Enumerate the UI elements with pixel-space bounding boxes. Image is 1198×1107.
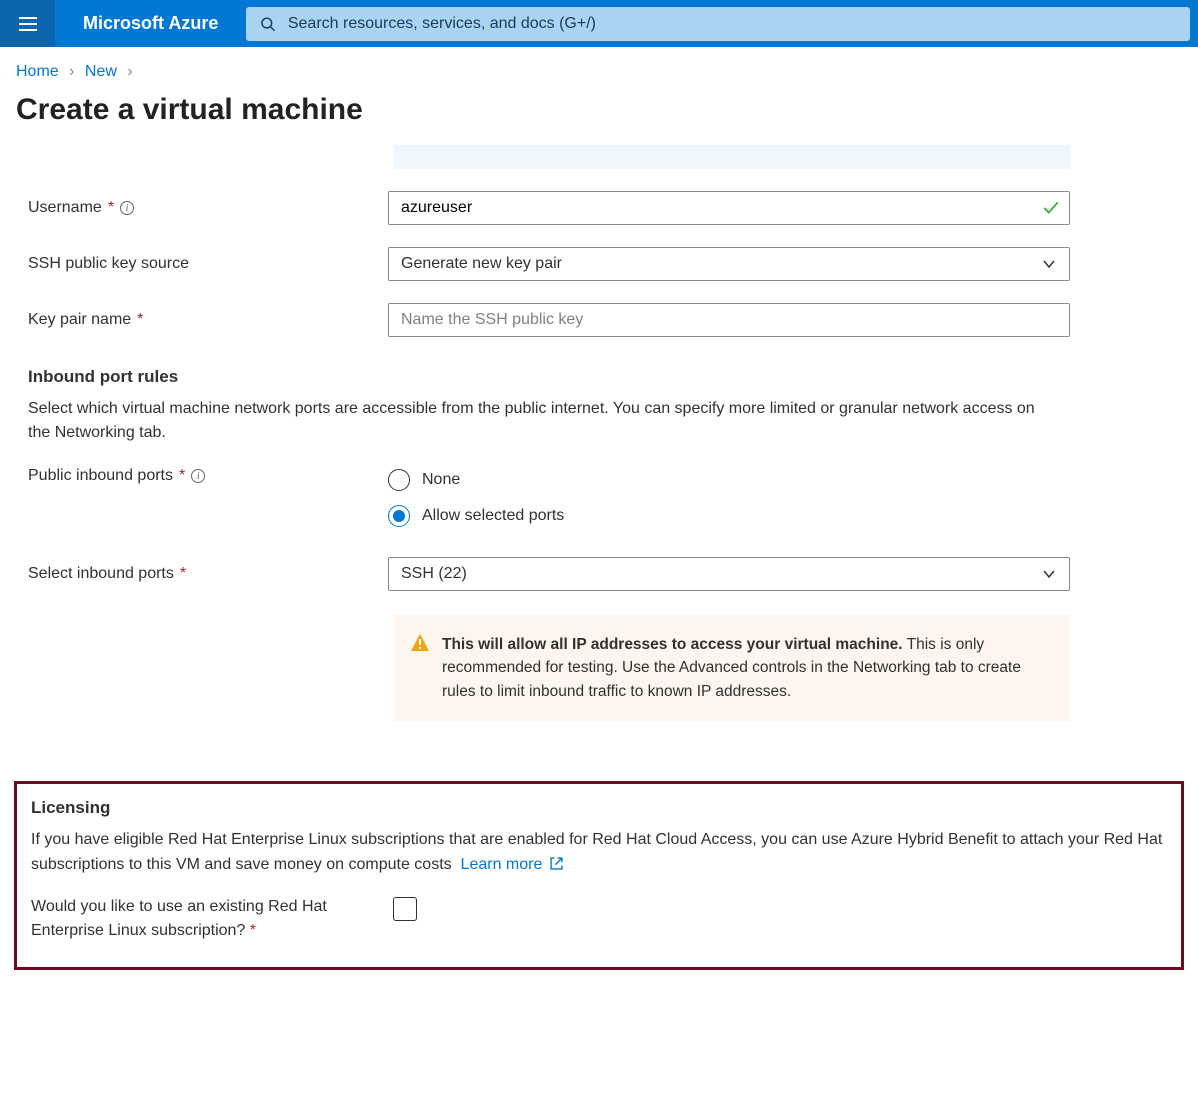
ssh-source-label: SSH public key source (28, 255, 388, 273)
global-search[interactable] (246, 7, 1190, 41)
warning-strong: This will allow all IP addresses to acce… (442, 636, 903, 653)
menu-button[interactable] (0, 0, 55, 47)
field-ssh-source: SSH public key source Generate new key p… (28, 247, 1070, 281)
info-icon[interactable]: i (191, 469, 205, 483)
required-asterisk: * (180, 565, 186, 583)
select-ports-dropdown[interactable]: SSH (22) (388, 557, 1070, 591)
field-select-ports: Select inbound ports * SSH (22) (28, 557, 1070, 591)
public-ports-radio-group: None Allow selected ports (388, 467, 1070, 527)
field-username: Username * i (28, 191, 1070, 225)
select-ports-label: Select inbound ports * (28, 565, 388, 583)
licensing-section: Licensing If you have eligible Red Hat E… (14, 781, 1184, 971)
warning-icon (410, 633, 430, 653)
ssh-source-select[interactable]: Generate new key pair (388, 247, 1070, 281)
top-bar: Microsoft Azure (0, 0, 1198, 47)
keypair-label: Key pair name * (28, 311, 388, 329)
chevron-down-icon (1041, 256, 1057, 272)
hamburger-icon (19, 17, 37, 31)
public-ports-label: Public inbound ports * i (28, 467, 388, 485)
radio-allow-selected[interactable]: Allow selected ports (388, 505, 1070, 527)
breadcrumb-new[interactable]: New (85, 63, 117, 80)
inbound-desc: Select which virtual machine network por… (28, 397, 1058, 445)
field-public-ports: Public inbound ports * i None Allow sele… (28, 467, 1070, 527)
licensing-heading: Licensing (31, 798, 1167, 818)
form-area: Username * i SSH public key source Gener… (0, 145, 1070, 721)
radio-allow-label: Allow selected ports (422, 507, 564, 525)
breadcrumb-home[interactable]: Home (16, 63, 59, 80)
info-strip (394, 145, 1070, 169)
select-ports-value: SSH (22) (401, 565, 467, 583)
username-label: Username * i (28, 199, 388, 217)
licensing-desc: If you have eligible Red Hat Enterprise … (31, 828, 1167, 878)
radio-checked-icon (388, 505, 410, 527)
licensing-checkbox[interactable] (393, 897, 417, 921)
field-keypair: Key pair name * (28, 303, 1070, 337)
chevron-down-icon (1041, 566, 1057, 582)
chevron-right-icon: › (63, 63, 80, 80)
search-input[interactable] (288, 15, 1176, 33)
learn-more-link[interactable]: Learn more (461, 856, 563, 873)
chevron-right-icon: › (121, 63, 138, 80)
required-asterisk: * (179, 467, 185, 485)
required-asterisk: * (137, 311, 143, 329)
external-link-icon (550, 857, 563, 870)
warning-callout: This will allow all IP addresses to acce… (394, 615, 1070, 721)
page-title: Create a virtual machine (0, 89, 1198, 145)
breadcrumb: Home › New › (0, 47, 1198, 89)
username-input[interactable] (388, 191, 1070, 225)
radio-unchecked-icon (388, 469, 410, 491)
keypair-input[interactable] (388, 303, 1070, 337)
required-asterisk: * (108, 199, 114, 217)
required-asterisk: * (250, 922, 256, 939)
radio-none[interactable]: None (388, 469, 1070, 491)
licensing-checkbox-label: Would you like to use an existing Red Ha… (31, 895, 379, 943)
info-icon[interactable]: i (120, 201, 134, 215)
ssh-source-value: Generate new key pair (401, 255, 562, 273)
brand-label: Microsoft Azure (55, 13, 246, 34)
licensing-checkbox-row: Would you like to use an existing Red Ha… (31, 895, 1167, 943)
inbound-heading: Inbound port rules (28, 367, 1070, 387)
checkmark-icon (1042, 199, 1060, 217)
search-icon (260, 16, 276, 32)
radio-none-label: None (422, 471, 460, 489)
